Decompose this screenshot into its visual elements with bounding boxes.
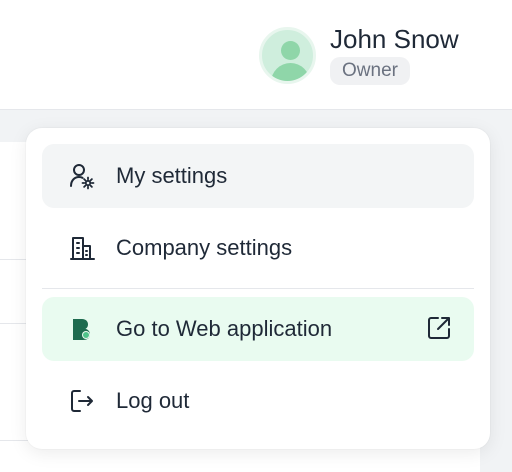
app-logo-icon (73, 319, 90, 340)
user-menu-trigger[interactable]: John Snow Owner (259, 24, 459, 86)
menu-item-label: My settings (116, 163, 228, 188)
external-link-icon[interactable] (426, 315, 452, 341)
menu-item-label: Log out (116, 388, 190, 413)
user-dropdown-menu: My settings Company settings Go to Web a… (26, 128, 490, 449)
menu-item-company-settings[interactable]: Company settings (42, 216, 474, 280)
user-info: John Snow Owner (330, 23, 459, 85)
avatar-head (281, 40, 300, 60)
top-header: John Snow Owner (0, 0, 512, 110)
user-role-badge: Owner (330, 56, 410, 85)
menu-item-label: Company settings (116, 235, 293, 260)
user-settings-icon (70, 164, 95, 190)
building-icon (70, 237, 95, 260)
menu-item-my-settings[interactable]: My settings (42, 144, 474, 208)
menu-item-label: Go to Web application (116, 316, 333, 341)
menu-divider (42, 288, 474, 289)
menu-item-web-application[interactable]: Go to Web application (42, 297, 474, 361)
avatar-body (271, 62, 310, 81)
avatar[interactable] (259, 26, 316, 84)
page: John Snow Owner My settings Company sett… (0, 0, 512, 472)
menu-item-log-out[interactable]: Log out (42, 369, 474, 433)
logout-icon (71, 390, 93, 412)
user-name: John Snow (330, 23, 459, 54)
